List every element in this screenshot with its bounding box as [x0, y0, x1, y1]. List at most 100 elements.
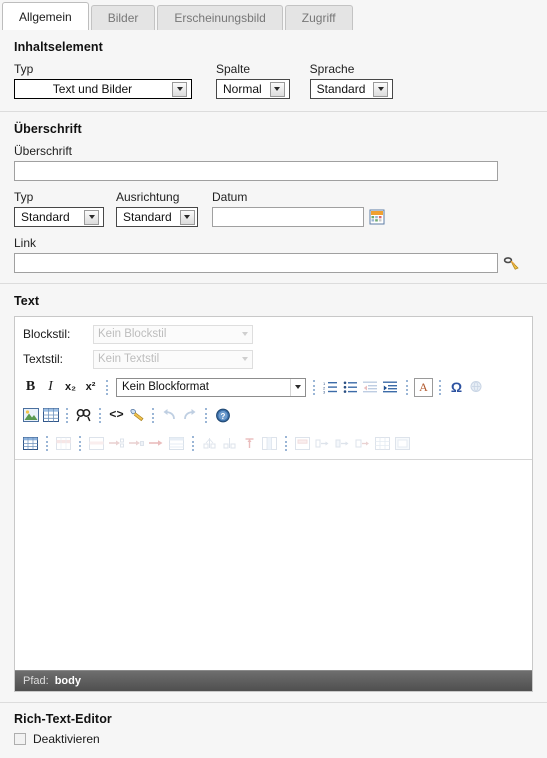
column-properties-icon[interactable]	[260, 434, 279, 453]
chevron-down-icon[interactable]	[269, 81, 285, 97]
field-sprache: Sprache Standard	[309, 62, 394, 99]
insert-row-below-icon[interactable]	[127, 434, 146, 453]
select-textstil-value: Kein Textstil	[98, 353, 160, 365]
bold-icon[interactable]: B	[21, 378, 40, 397]
select-ausrichtung[interactable]: Standard	[116, 207, 198, 227]
rte-toolbar-row-1: B I x₂ x² Kein Blockformat 123 A Ω	[15, 373, 532, 401]
panel-inhaltselement: Inhaltselement Typ Text und Bilder Spalt…	[0, 30, 547, 112]
spellcheck-icon[interactable]	[467, 378, 486, 397]
clean-html-icon[interactable]	[127, 406, 146, 425]
label-sprache: Sprache	[309, 62, 355, 76]
tab-label: Bilder	[107, 11, 139, 25]
toolbar-separator	[439, 379, 442, 395]
field-datum: Datum	[212, 190, 385, 227]
insert-column-left-icon[interactable]	[313, 434, 332, 453]
toolbar-separator	[205, 407, 208, 423]
toolbar-separator	[406, 379, 409, 395]
undo-icon[interactable]	[160, 406, 179, 425]
toolbar-separator	[106, 379, 109, 395]
tab-erscheinungsbild[interactable]: Erscheinungsbild	[157, 5, 283, 30]
select-sprache[interactable]: Standard	[309, 79, 394, 99]
insert-row-above-icon[interactable]	[107, 434, 126, 453]
outdent-icon[interactable]	[361, 378, 380, 397]
select-ueberschrift-typ[interactable]: Standard	[14, 207, 104, 227]
table-grid-icon[interactable]	[373, 434, 392, 453]
editor-content-area[interactable]	[15, 459, 532, 670]
checkbox-deaktivieren[interactable]	[14, 733, 26, 745]
ordered-list-icon[interactable]: 123	[321, 378, 340, 397]
input-datum[interactable]	[212, 207, 364, 227]
tab-zugriff[interactable]: Zugriff	[284, 5, 353, 30]
table-properties-icon[interactable]	[21, 434, 40, 453]
section-title-rich-text-editor: Rich-Text-Editor	[14, 712, 112, 726]
row-blockstil: Blockstil: Kein Blockstil	[23, 323, 524, 345]
delete-column-icon[interactable]	[240, 434, 259, 453]
toolbar-separator	[99, 407, 102, 423]
cell-properties-icon[interactable]	[293, 434, 312, 453]
rte-toolbar-row-2: <> ?	[15, 401, 532, 429]
split-cell-icon[interactable]	[353, 434, 372, 453]
tab-list: Allgemein Bilder Erscheinungsbild Zugrif…	[0, 0, 547, 30]
label-blockstil: Blockstil:	[23, 327, 71, 341]
section-title-inhaltselement: Inhaltselement	[14, 40, 103, 54]
chevron-down-icon	[242, 332, 248, 336]
unordered-list-icon[interactable]	[341, 378, 360, 397]
tab-label: Erscheinungsbild	[174, 11, 266, 25]
input-link[interactable]	[14, 253, 498, 273]
toolbar-separator	[285, 435, 288, 451]
svg-text:3: 3	[323, 390, 326, 395]
chevron-down-icon[interactable]	[290, 378, 305, 396]
indent-icon[interactable]	[381, 378, 400, 397]
select-textstil[interactable]: Kein Textstil	[93, 349, 253, 369]
split-row-icon[interactable]	[200, 434, 219, 453]
chevron-down-icon[interactable]	[84, 209, 99, 225]
insert-table-icon[interactable]	[41, 406, 60, 425]
tab-allgemein[interactable]: Allgemein	[2, 2, 89, 30]
split-column-icon[interactable]	[220, 434, 239, 453]
delete-row-icon[interactable]	[147, 434, 166, 453]
select-blockformat[interactable]: Kein Blockformat	[116, 377, 306, 397]
source-code-icon[interactable]: <>	[107, 406, 126, 425]
chevron-down-icon[interactable]	[172, 81, 187, 97]
row-deaktivieren: Deaktivieren	[14, 732, 533, 746]
redo-icon[interactable]	[180, 406, 199, 425]
calendar-icon[interactable]	[369, 209, 385, 225]
text-color-icon[interactable]: A	[414, 377, 433, 397]
label-ueberschrift: Überschrift	[14, 144, 73, 158]
label-ueberschrift-typ: Typ	[14, 190, 34, 204]
svg-text:?: ?	[220, 412, 225, 421]
section-title-text: Text	[14, 294, 40, 308]
toolbar-separator	[46, 435, 49, 451]
chevron-down-icon	[242, 357, 248, 361]
italic-icon[interactable]: I	[41, 378, 60, 397]
label-deaktivieren: Deaktivieren	[33, 732, 100, 746]
input-ueberschrift[interactable]	[14, 161, 498, 181]
subscript-icon[interactable]: x₂	[61, 378, 80, 397]
insert-image-icon[interactable]	[21, 406, 40, 425]
tab-label: Zugriff	[301, 11, 336, 25]
chevron-down-icon[interactable]	[179, 209, 195, 225]
panel-ueberschrift: Überschrift Überschrift Typ Standard Aus…	[0, 112, 547, 284]
rte-toolbar-row-3	[15, 429, 532, 459]
insert-column-right-icon[interactable]	[333, 434, 352, 453]
insert-row-icon[interactable]	[87, 434, 106, 453]
ueberschrift-options: Typ Standard Ausrichtung Standard Datum	[14, 190, 533, 227]
help-icon[interactable]: ?	[213, 406, 232, 425]
select-spalte[interactable]: Normal	[216, 79, 290, 99]
select-typ[interactable]: Text und Bilder	[14, 79, 192, 99]
find-replace-icon[interactable]	[74, 406, 93, 425]
field-ausrichtung: Ausrichtung Standard	[116, 190, 198, 227]
link-wizard-icon[interactable]	[503, 255, 519, 271]
label-textstil: Textstil:	[23, 352, 64, 366]
select-blockstil[interactable]: Kein Blockstil	[93, 324, 253, 344]
row-properties-icon[interactable]	[54, 434, 73, 453]
path-value: body	[54, 675, 81, 687]
merge-cells-icon[interactable]	[167, 434, 186, 453]
superscript-icon[interactable]: x²	[81, 378, 100, 397]
table-frame-icon[interactable]	[393, 434, 412, 453]
chevron-down-icon[interactable]	[373, 81, 389, 97]
special-character-icon[interactable]: Ω	[447, 378, 466, 397]
field-spalte: Spalte Normal	[216, 62, 290, 99]
select-ausrichtung-value: Standard	[123, 210, 172, 224]
tab-bilder[interactable]: Bilder	[90, 5, 156, 30]
